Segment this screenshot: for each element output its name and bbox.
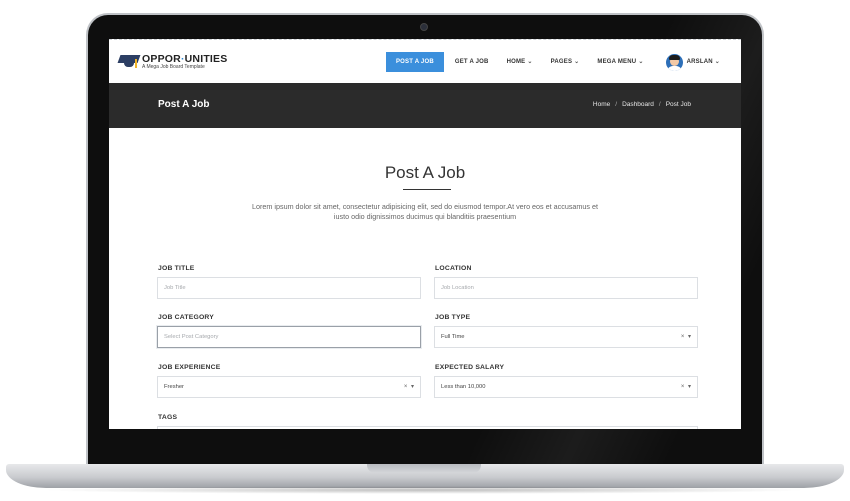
chevron-down-icon: ⌄ (714, 59, 720, 65)
chevron-down-icon: ⌄ (574, 59, 580, 65)
breadcrumb-separator: / (658, 101, 661, 108)
nav-post-a-job[interactable]: POST A JOB (385, 52, 444, 72)
camera-icon (420, 23, 428, 31)
breadcrumb: Home / Dashboard / Post Job (593, 101, 691, 108)
nav-get-a-job[interactable]: GET A JOB (446, 52, 498, 72)
job-category-input[interactable]: Select Post Category (157, 326, 421, 348)
user-name: ARSLAN (686, 59, 713, 65)
expected-salary-select[interactable]: Less than 10,000 × ▾ (434, 376, 698, 398)
job-experience-select[interactable]: Fresher × ▾ (157, 376, 421, 398)
page-title: Post A Job (158, 99, 210, 110)
breadcrumb-separator: / (615, 101, 618, 108)
section-heading: Post A Job (384, 163, 466, 182)
main-menu: POST A JOB GET A JOB HOME ⌄ PAGES ⌄ MEGA M… (385, 52, 729, 72)
screen: OPPOR·UNITIES A Mega Job Board Template … (109, 39, 741, 429)
laptop-shadow (40, 486, 810, 494)
job-experience-label: JOB EXPERIENCE (158, 364, 221, 371)
job-title-input[interactable]: Job Title (157, 277, 421, 299)
location-placeholder: Job Location (441, 285, 474, 291)
job-type-value: Full Time (441, 334, 465, 340)
nav-pages[interactable]: PAGES ⌄ (542, 52, 589, 72)
location-label: LOCATION (435, 265, 472, 272)
site-logo[interactable]: OPPOR·UNITIES A Mega Job Board Template (117, 51, 228, 73)
user-menu[interactable]: ARSLAN ⌄ (657, 52, 729, 72)
intro-text: Lorem ipsum dolor sit amet, consectetur … (252, 202, 598, 221)
job-experience-value: Fresher (164, 384, 184, 390)
clear-dropdown-icon[interactable]: × ▾ (404, 383, 415, 390)
nav-home[interactable]: HOME ⌄ (498, 52, 542, 72)
page-title-bar: Post A Job Home / Dashboard / Post Job (109, 83, 741, 128)
logo-wordmark: OPPOR·UNITIES (142, 52, 228, 65)
job-category-label: JOB CATEGORY (158, 314, 215, 321)
expected-salary-label: EXPECTED SALARY (435, 364, 505, 371)
graduation-cap-icon (117, 53, 141, 71)
breadcrumb-dashboard[interactable]: Dashboard (622, 101, 654, 108)
breadcrumb-current: Post Job (665, 101, 691, 108)
breadcrumb-home[interactable]: Home (593, 101, 610, 108)
tags-input[interactable] (157, 426, 698, 429)
clear-dropdown-icon[interactable]: × ▾ (681, 333, 692, 340)
nav-mega-menu[interactable]: MEGA MENU ⌄ (588, 52, 652, 72)
top-navigation: OPPOR·UNITIES A Mega Job Board Template … (109, 39, 741, 83)
job-title-placeholder: Job Title (164, 285, 186, 291)
job-type-label: JOB TYPE (435, 314, 471, 321)
heading-divider (403, 189, 451, 190)
clear-dropdown-icon[interactable]: × ▾ (681, 383, 692, 390)
logo-tagline: A Mega Job Board Template (142, 64, 205, 71)
avatar (665, 53, 683, 71)
job-title-label: JOB TITLE (158, 265, 195, 272)
expected-salary-value: Less than 10,000 (441, 384, 486, 390)
job-type-select[interactable]: Full Time × ▾ (434, 326, 698, 348)
job-category-placeholder: Select Post Category (164, 334, 219, 340)
chevron-down-icon: ⌄ (638, 59, 644, 65)
chevron-down-icon: ⌄ (527, 59, 533, 65)
tags-label: TAGS (158, 414, 178, 421)
location-input[interactable]: Job Location (434, 277, 698, 299)
laptop-notch (367, 464, 481, 473)
